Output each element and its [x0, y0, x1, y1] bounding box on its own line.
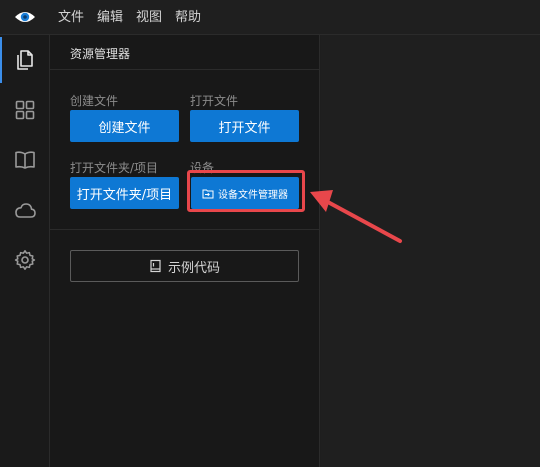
open-file-label: 打开文件	[190, 94, 239, 108]
extensions-grid-icon	[15, 100, 35, 120]
annotation-highlight-box	[187, 170, 305, 212]
menu-bar: 文件 编辑 视图 帮助	[0, 0, 540, 35]
activity-cloud[interactable]	[0, 185, 50, 235]
sidebar-divider	[50, 69, 320, 70]
editor-area	[321, 35, 540, 467]
create-file-button[interactable]: 创建文件	[70, 110, 179, 142]
cloud-icon	[15, 203, 36, 218]
gear-icon	[14, 250, 36, 270]
book-icon	[15, 151, 35, 169]
sidebar-title: 资源管理器	[70, 47, 131, 61]
menu-view[interactable]: 视图	[136, 0, 162, 35]
menu-file[interactable]: 文件	[58, 0, 84, 35]
open-folder-button[interactable]: 打开文件夹/项目	[70, 177, 179, 209]
activity-extensions[interactable]	[0, 85, 50, 135]
book-code-icon	[149, 259, 162, 273]
activity-bar	[0, 35, 50, 467]
sidebar-divider	[50, 229, 320, 230]
sample-code-label: 示例代码	[167, 260, 220, 276]
files-icon	[17, 50, 33, 70]
activity-docs[interactable]	[0, 135, 50, 185]
open-folder-label: 打开文件夹/项目	[70, 161, 159, 175]
create-file-label: 创建文件	[70, 94, 119, 108]
menu-help[interactable]: 帮助	[175, 0, 201, 35]
open-file-button[interactable]: 打开文件	[190, 110, 299, 142]
eye-logo-icon	[0, 0, 50, 35]
activity-explorer[interactable]	[0, 35, 50, 85]
menu-edit[interactable]: 编辑	[97, 0, 123, 35]
sample-code-button[interactable]: 示例代码	[70, 250, 299, 282]
activity-settings[interactable]	[0, 235, 50, 285]
